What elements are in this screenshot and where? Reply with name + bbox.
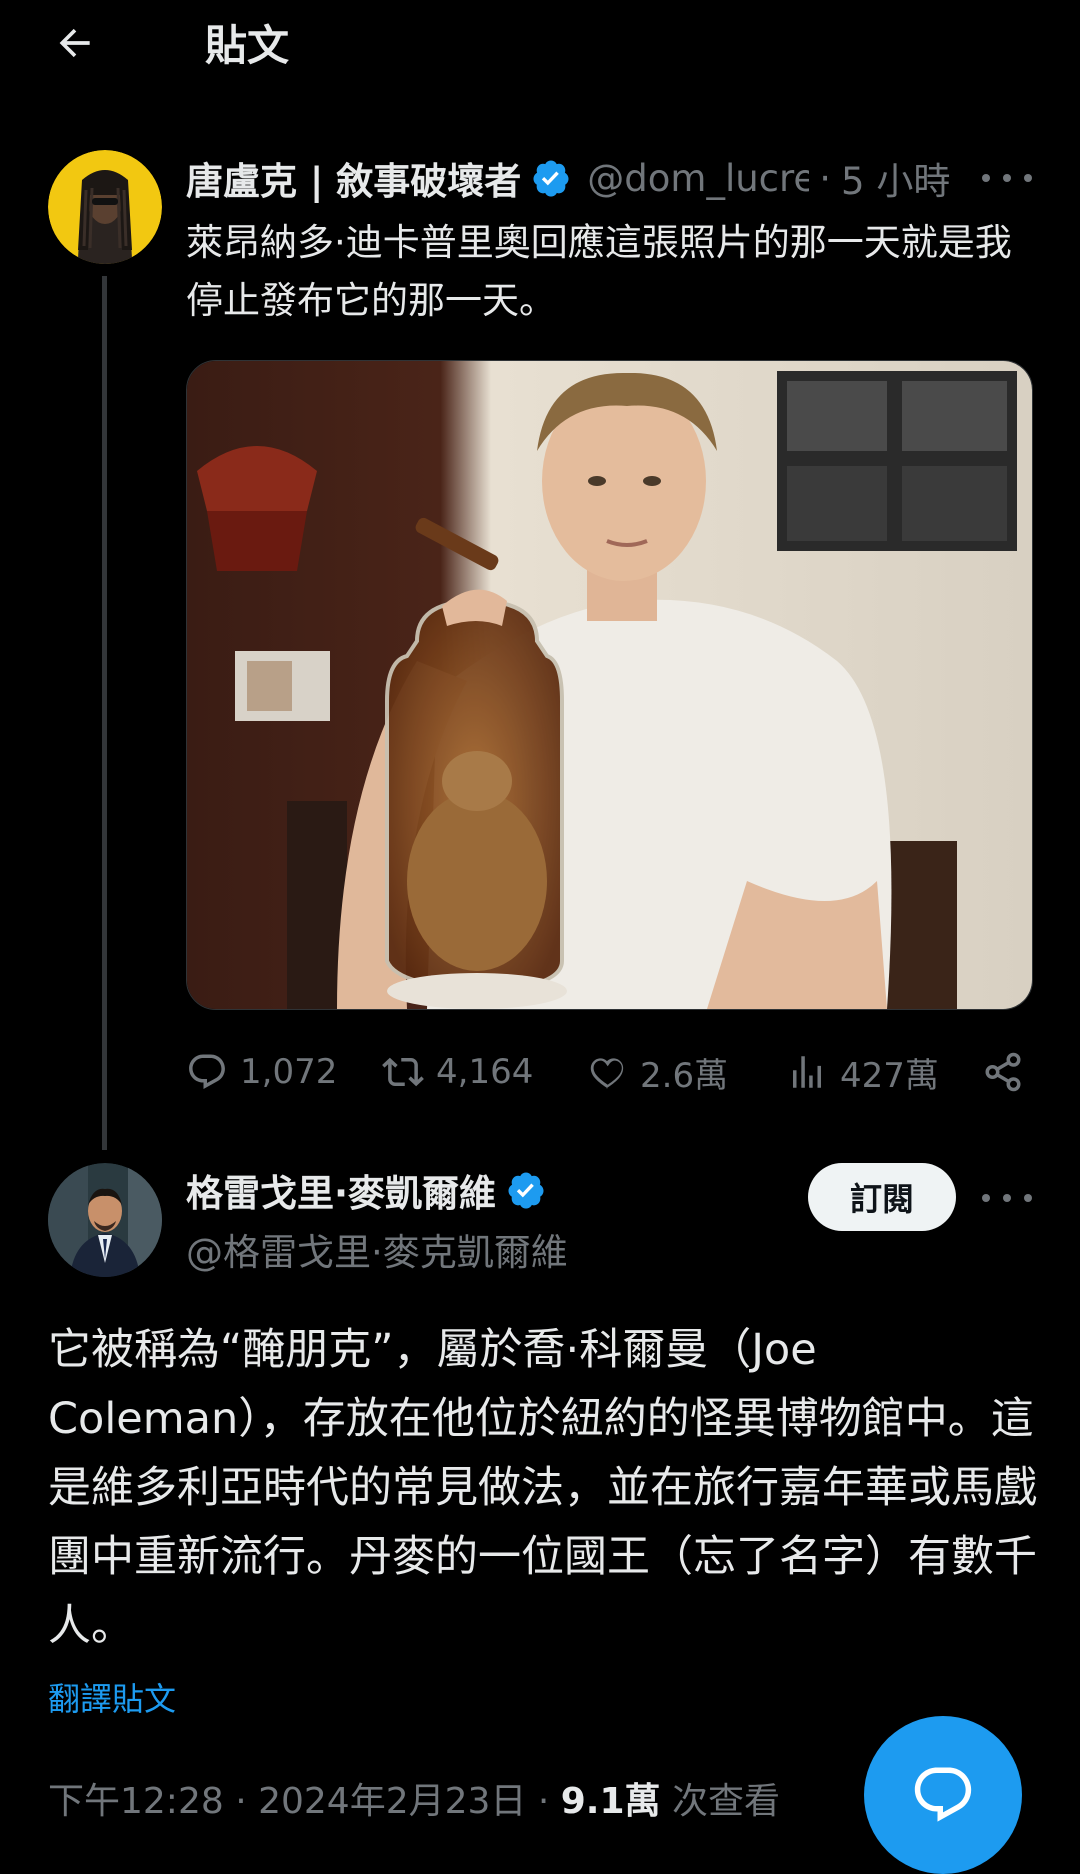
focal-display-name[interactable]: 格雷戈里·麥凱爾維	[186, 1163, 496, 1217]
verified-badge-icon	[508, 1172, 544, 1209]
parent-tweet-header: 唐盧克 | 敘事破壞者 @dom_lucre · 5 小時	[186, 152, 1026, 204]
subscribe-button[interactable]: 訂閱	[808, 1163, 956, 1231]
more-icon	[982, 174, 990, 182]
repost-button[interactable]: 4,164	[382, 1046, 533, 1098]
parent-author-avatar[interactable]	[48, 150, 162, 264]
tweet-photo[interactable]	[186, 360, 1033, 1010]
parent-display-name[interactable]: 唐盧克 | 敘事破壞者	[186, 151, 521, 205]
share-icon	[985, 1052, 1021, 1092]
like-button[interactable]: 2.6萬	[586, 1046, 728, 1098]
views-count: 427萬	[840, 1055, 939, 1096]
parent-action-bar: 1,072 4,164 2.6萬 427萬	[186, 1046, 1036, 1098]
tweet-meta: 下午12:28 · 2024年2月23日 · 9.1萬 次查看	[48, 1772, 780, 1824]
share-button[interactable]	[982, 1046, 1024, 1098]
back-button[interactable]	[50, 18, 100, 68]
compose-reply-icon	[914, 1767, 972, 1822]
reply-count: 1,072	[240, 1052, 338, 1092]
parent-tweet-text: 萊昂納多·迪卡普里奧回應這張照片的那一天就是我停止發布它的那一天。	[186, 221, 1012, 322]
focal-author-name-row: 格雷戈里·麥凱爾維	[186, 1164, 546, 1216]
focal-tweet-text: 它被稱為“醃朋克”，屬於喬·科爾曼（Joe Coleman），存放在他位於紐約的…	[48, 1325, 1037, 1651]
repost-icon	[382, 1057, 424, 1087]
focal-author-avatar[interactable]	[48, 1163, 162, 1277]
top-bar: 貼文	[0, 0, 1080, 86]
post-views-label: 次查看	[660, 1781, 780, 1822]
focal-more-button[interactable]	[982, 1183, 1032, 1213]
separator-dot: ·	[819, 156, 832, 200]
repost-count: 4,164	[436, 1052, 534, 1092]
post-views-count: 9.1萬	[560, 1781, 661, 1822]
views-button[interactable]: 427萬	[786, 1046, 939, 1098]
reply-button[interactable]: 1,072	[186, 1046, 337, 1098]
back-arrow-icon	[59, 28, 90, 58]
thread-connector-line	[102, 276, 107, 1150]
parent-more-button[interactable]	[982, 163, 1032, 193]
views-icon	[793, 1056, 821, 1088]
reply-icon	[189, 1054, 225, 1089]
more-icon	[982, 1194, 990, 1202]
compose-reply-button[interactable]	[864, 1716, 1022, 1874]
post-timestamp[interactable]: 下午12:28 · 2024年2月23日 ·	[48, 1781, 561, 1822]
verified-badge-icon	[533, 160, 569, 197]
like-icon	[590, 1058, 624, 1089]
parent-handle[interactable]: @dom_lucre	[587, 157, 809, 200]
translate-post-link[interactable]: 翻譯貼文	[48, 1674, 176, 1720]
parent-time[interactable]: 5 小時	[841, 151, 950, 205]
page-title: 貼文	[205, 21, 290, 70]
like-count: 2.6萬	[640, 1055, 729, 1096]
focal-handle[interactable]: @格雷戈里·麥克凱爾維	[186, 1222, 568, 1276]
